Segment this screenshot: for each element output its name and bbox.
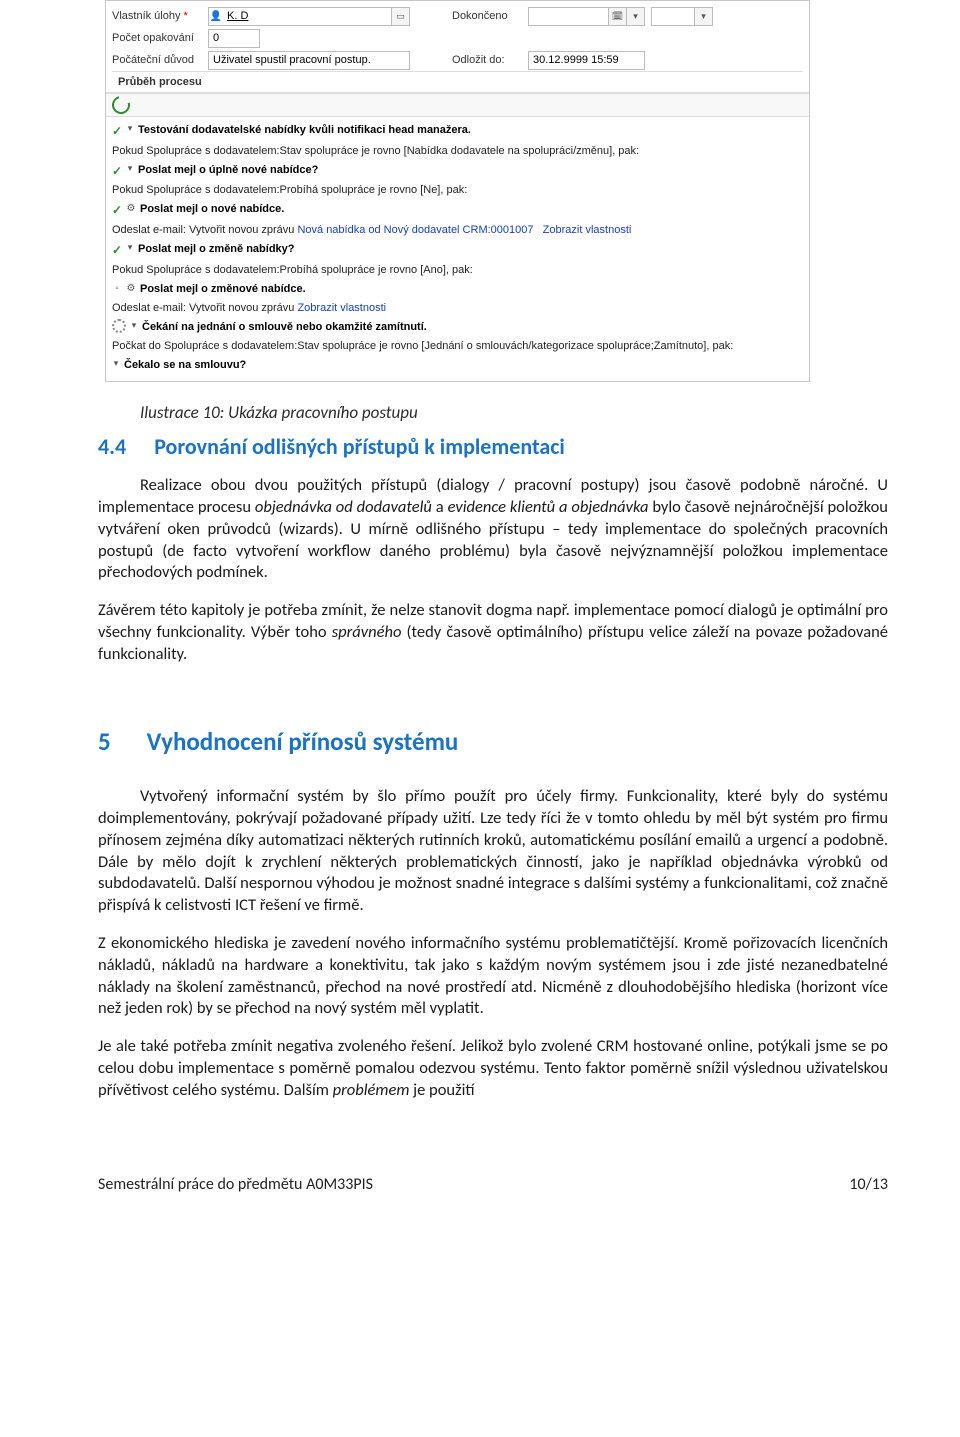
chevron-down-icon[interactable]: ▾: [126, 162, 134, 176]
completed-time-field[interactable]: ▾: [651, 7, 713, 26]
heading-5: 5 Vyhodnocení přínosů systému: [98, 725, 888, 758]
heading-text: Porovnání odlišných přístupů k implement…: [154, 432, 565, 461]
lookup-icon[interactable]: ▭: [391, 8, 409, 25]
reason-field[interactable]: Uživatel spustil pracovní postup.: [208, 51, 410, 70]
check-icon: ✓: [112, 122, 122, 141]
repeat-label: Počet opakování: [112, 32, 202, 44]
link[interactable]: Nová nabídka od Nový dodavatel CRM:00010…: [297, 224, 533, 236]
bullet-icon: ◦: [112, 281, 122, 297]
tree-node: Pokud Spolupráce s dodavatelem:Stav spol…: [106, 142, 809, 161]
chevron-down-icon[interactable]: ▾: [126, 241, 134, 255]
spinner-icon: [112, 319, 126, 333]
check-icon: ✓: [112, 201, 122, 220]
paragraph: Je ale také potřeba zmínit negativa zvol…: [98, 1036, 888, 1101]
figure-caption: Ilustrace 10: Ukázka pracovního postupu: [98, 402, 888, 424]
tree-node[interactable]: ✓ ▾ Testování dodavatelské nabídky kvůli…: [106, 121, 809, 142]
chevron-down-icon[interactable]: ▾: [694, 8, 712, 25]
reason-label: Počáteční důvod: [112, 54, 202, 66]
workflow-tree: ✓ ▾ Testování dodavatelské nabídky kvůli…: [106, 117, 809, 381]
tree-node[interactable]: ✓ ⚙ Poslat mejl o nové nabídce.: [106, 200, 809, 221]
paragraph: Realizace obou dvou použitých přístupů (…: [98, 475, 888, 584]
form-header: Vlastník úlohy * 👤 K. D ▭ Dokončeno 🗓 ▾ …: [106, 1, 809, 93]
heading-text: Vyhodnocení přínosů systému: [147, 725, 459, 758]
user-icon: 👤: [209, 11, 223, 22]
gear-icon: ⚙: [126, 281, 136, 297]
tree-node: Pokud Spolupráce s dodavatelem:Probíhá s…: [106, 181, 809, 200]
heading-number: 5: [98, 725, 111, 758]
postpone-label: Odložit do:: [452, 54, 522, 66]
chevron-down-icon[interactable]: ▾: [112, 357, 120, 371]
tree-node[interactable]: ◦ ⚙ Poslat mejl o změnové nabídce.: [106, 280, 809, 299]
calendar-icon[interactable]: 🗓: [608, 8, 626, 25]
workflow-screenshot: Vlastník úlohy * 👤 K. D ▭ Dokončeno 🗓 ▾ …: [105, 0, 810, 382]
link[interactable]: Zobrazit vlastnosti: [543, 224, 632, 236]
repeat-field[interactable]: 0: [208, 29, 260, 48]
refresh-bar: [106, 93, 809, 117]
tree-node[interactable]: ▾ Čekání na jednání o smlouvě nebo okamž…: [106, 318, 809, 337]
chevron-down-icon[interactable]: ▾: [626, 8, 644, 25]
footer-left: Semestrální práce do předmětu A0M33PIS: [98, 1175, 373, 1194]
paragraph: Závěrem této kapitoly je potřeba zmínit,…: [98, 600, 888, 665]
link[interactable]: Zobrazit vlastnosti: [297, 302, 386, 314]
chevron-down-icon[interactable]: ▾: [130, 319, 138, 333]
check-icon: ✓: [112, 241, 122, 260]
owner-label: Vlastník úlohy *: [112, 10, 202, 22]
completed-label: Dokončeno: [452, 10, 522, 22]
check-icon: ✓: [112, 162, 122, 181]
tree-node: Počkat do Spolupráce s dodavatelem:Stav …: [106, 337, 809, 356]
progress-section-title: Průběh procesu: [112, 71, 803, 92]
paragraph: Z ekonomického hlediska je zavedení nové…: [98, 933, 888, 1020]
document-body: Ilustrace 10: Ukázka pracovního postupu …: [0, 382, 960, 1102]
heading-4-4: 4.4 Porovnání odlišných přístupů k imple…: [98, 432, 888, 461]
tree-node[interactable]: ✓ ▾ Poslat mejl o úplně nové nabídce?: [106, 161, 809, 182]
footer-right: 10/13: [849, 1175, 888, 1194]
tree-node: Pokud Spolupráce s dodavatelem:Probíhá s…: [106, 261, 809, 280]
completed-field[interactable]: 🗓 ▾: [528, 7, 645, 26]
refresh-icon[interactable]: [109, 93, 134, 118]
heading-number: 4.4: [98, 432, 126, 461]
gear-icon: ⚙: [126, 201, 136, 217]
tree-node: Odeslat e-mail: Vytvořit novou zprávu No…: [106, 221, 809, 240]
chevron-down-icon[interactable]: ▾: [126, 122, 134, 136]
tree-node[interactable]: ✓ ▾ Poslat mejl o změně nabídky?: [106, 240, 809, 261]
tree-node: Odeslat e-mail: Vytvořit novou zprávu Zo…: [106, 299, 809, 318]
tree-node[interactable]: ▾ Čekalo se na smlouvu?: [106, 356, 809, 375]
owner-field[interactable]: 👤 K. D ▭: [208, 7, 410, 26]
page-footer: Semestrální práce do předmětu A0M33PIS 1…: [0, 1117, 960, 1194]
paragraph: Vytvořený informační systém by šlo přímo…: [98, 786, 888, 917]
postpone-field[interactable]: 30.12.9999 15:59: [528, 51, 645, 70]
owner-value[interactable]: K. D: [223, 10, 391, 22]
